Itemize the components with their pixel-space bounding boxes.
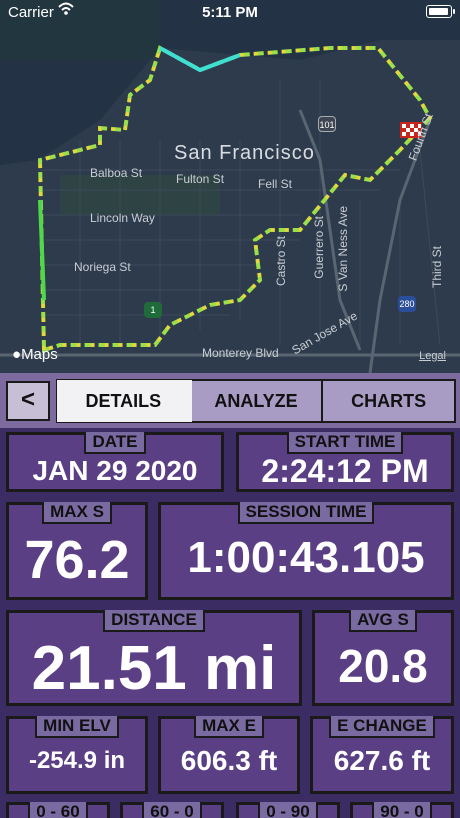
accel-0-90-card: 0 - 90 (236, 802, 340, 818)
clock: 5:11 PM (202, 4, 258, 21)
battery-icon (426, 5, 455, 18)
brake-90-0-card: 90 - 0 (350, 802, 454, 818)
tab-bar: < DETAILS ANALYZE CHARTS (0, 373, 460, 428)
session-time-card: SESSION TIME 1:00:43.105 (158, 502, 454, 600)
max-speed-label: MAX S (42, 502, 112, 524)
elevation-change-label: E CHANGE (329, 716, 435, 738)
max-elevation-value: 606.3 ft (180, 745, 278, 776)
distance-value: 21.51 mi (31, 634, 277, 703)
min-elevation-label: MIN ELV (35, 716, 119, 738)
highway-shield-280: 280 (398, 296, 416, 312)
start-time-label: START TIME (286, 432, 404, 454)
min-elevation-card: MIN ELV -254.9 in (6, 716, 148, 794)
accel-0-60-card: 0 - 60 (6, 802, 110, 818)
city-label: San Francisco (174, 142, 315, 164)
apple-icon: ● (12, 346, 22, 363)
street-label: Fulton St (176, 172, 225, 186)
avg-speed-card: AVG S 20.8 (312, 610, 454, 706)
street-label: Third St (430, 246, 444, 289)
highway-shield-1: 1 (144, 302, 162, 318)
street-label: Guerrero St (312, 216, 326, 279)
date-card: DATE JAN 29 2020 (6, 432, 224, 492)
tab-details[interactable]: DETAILS (57, 380, 192, 422)
brake-90-0-label: 90 - 0 (372, 802, 432, 818)
map-streets (0, 0, 460, 373)
date-label: DATE (84, 432, 146, 454)
brake-60-0-card: 60 - 0 (120, 802, 224, 818)
elevation-change-card: E CHANGE 627.6 ft (310, 716, 454, 794)
start-time-card: START TIME 2:24:12 PM (236, 432, 454, 492)
segmented-tabs: DETAILS ANALYZE CHARTS (56, 379, 456, 423)
accel-0-90-label: 0 - 90 (258, 802, 318, 818)
street-label: Fell St (258, 177, 293, 191)
brake-60-0-label: 60 - 0 (142, 802, 202, 818)
street-label: Monterey Blvd (202, 346, 279, 360)
street-label: Castro St (274, 236, 288, 287)
status-bar: Carrier 5:11 PM (0, 0, 460, 26)
tab-charts[interactable]: CHARTS (323, 381, 454, 421)
street-label: Lincoln Way (90, 211, 155, 225)
accel-0-60-label: 0 - 60 (28, 802, 88, 818)
max-elevation-card: MAX E 606.3 ft (158, 716, 300, 794)
tab-analyze[interactable]: ANALYZE (191, 381, 324, 421)
start-time-value: 2:24:12 PM (261, 453, 429, 489)
date-value: JAN 29 2020 (32, 455, 198, 486)
distance-card: DISTANCE 21.51 mi (6, 610, 302, 706)
avg-speed-label: AVG S (349, 610, 417, 632)
session-time-value: 1:00:43.105 (187, 533, 425, 582)
session-time-label: SESSION TIME (237, 502, 375, 524)
min-elevation-value: -254.9 in (28, 747, 126, 774)
elevation-change-value: 627.6 ft (333, 745, 431, 776)
max-speed-card: MAX S 76.2 (6, 502, 148, 600)
back-button[interactable]: < (6, 381, 50, 421)
apple-maps-logo: ●Maps (12, 346, 58, 363)
stats-panel: DATE JAN 29 2020 START TIME 2:24:12 PM M… (0, 428, 460, 818)
max-elevation-label: MAX E (194, 716, 264, 738)
legal-link[interactable]: Legal (419, 350, 446, 362)
street-label: S Van Ness Ave (336, 206, 350, 292)
route-map[interactable]: Carrier 5:11 PM San Francisco Balboa St … (0, 0, 460, 373)
max-speed-value: 76.2 (24, 530, 130, 590)
highway-shield-101: 101 (318, 116, 336, 132)
avg-speed-value: 20.8 (338, 640, 428, 692)
street-label: Noriega St (74, 260, 131, 274)
street-label: Balboa St (90, 166, 143, 180)
distance-label: DISTANCE (103, 610, 205, 632)
